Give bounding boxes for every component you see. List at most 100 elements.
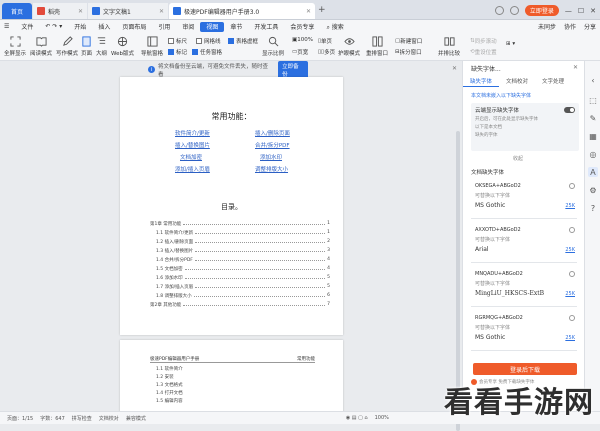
page-counter[interactable]: 页面：1/15 [7, 415, 33, 422]
minimize-icon[interactable]: — [565, 7, 572, 15]
font-item[interactable]: MNQADU+ABGoD2 可替换以下字体 MingLiU_HKSCS-ExtB… [471, 269, 577, 307]
toc-entry[interactable]: 1.2 插入/删除页面 2 [156, 239, 330, 245]
page-view-button[interactable]: 页面 [81, 36, 92, 57]
link-merge-pdf[interactable]: 合并/拆分PDF [255, 141, 290, 149]
link-watermark[interactable]: 添加水印 [260, 153, 282, 161]
eye-care-button[interactable]: 护眼模式 [338, 36, 360, 57]
toc-entry[interactable]: 1.7 添加/插入页眉 5 [156, 284, 330, 290]
fullscreen-button[interactable]: 全屏显示 [4, 36, 26, 57]
grid-icon[interactable] [494, 6, 504, 15]
zoom-100-button[interactable]: ▣ 100% [292, 37, 313, 43]
view-mode-icons[interactable]: ◉ ▤ ▢ ⌂ [346, 415, 368, 421]
ruler-checkbox[interactable]: 标尺 [168, 37, 187, 45]
toc-entry[interactable]: 1.6 添加水印 5 [156, 275, 330, 281]
table-icon[interactable]: ▦ [588, 131, 598, 141]
document-page[interactable]: 常用功能： 软件简介/更新 插入/删除页面 插入/替换图片 合并/拆分PDF 文… [120, 77, 343, 335]
toc-entry[interactable]: 1.5 文档加密 4 [156, 266, 330, 272]
toc-entry[interactable]: 1.4 合并/拆分PDF 4 [156, 257, 330, 263]
collapse-link[interactable]: 收起 [513, 155, 523, 162]
link-header[interactable]: 添加/插入页眉 [175, 165, 210, 173]
login-button[interactable]: 立即登录 [524, 5, 559, 16]
help-icon[interactable]: ? [588, 203, 598, 213]
font-size-link[interactable]: 25K [565, 291, 575, 297]
tab-text-process[interactable]: 文字处理 [535, 77, 571, 87]
page-width-button[interactable]: ▭ 页宽 [292, 48, 308, 56]
radio-icon[interactable] [569, 183, 575, 189]
close-window-icon[interactable]: ✕ [590, 7, 596, 15]
zoom-button[interactable]: 显示比例 [262, 36, 284, 57]
tab-proofread[interactable]: 文档校对 [499, 77, 535, 87]
select-icon[interactable]: ⬚ [588, 95, 598, 105]
read-mode-button[interactable]: 阅读模式 [30, 36, 52, 57]
font-item[interactable]: RGRMQG+ABGoD2 可替换以下字体 MS Gothic 25K [471, 313, 577, 351]
skin-icon[interactable] [509, 6, 519, 15]
side-by-side-button[interactable]: 并排比较 [438, 36, 460, 57]
link-replace-image[interactable]: 插入/替换图片 [175, 141, 210, 149]
close-icon[interactable]: ✕ [573, 64, 578, 71]
menu-references[interactable]: 引用 [152, 22, 176, 31]
gridline-checkbox[interactable]: 网格线 [196, 37, 221, 45]
collab-button[interactable]: 协作 [564, 22, 576, 31]
menu-file[interactable]: 文件 [15, 22, 39, 31]
menu-chapter[interactable]: 章节 [224, 22, 248, 31]
single-page-button[interactable]: ▯ 单页 [318, 37, 332, 45]
toc-entry[interactable]: 1.3 插入/替换图片 3 [156, 248, 330, 254]
settings-icon[interactable]: ⚙ [588, 185, 598, 195]
tab-docer[interactable]: 稻壳 ✕ [33, 3, 87, 19]
tab-document-1[interactable]: 文字文稿1 ✕ [88, 3, 168, 19]
font-icon[interactable]: Ａ [588, 167, 598, 177]
expand-icon[interactable]: ‹ [588, 75, 598, 85]
style-icon[interactable]: ✎ [588, 113, 598, 123]
font-size-link[interactable]: 25K [565, 203, 575, 209]
zoom-level[interactable]: 100% [375, 415, 389, 421]
toc-entry[interactable]: 1.1 软件简介/更新 1 [156, 230, 330, 236]
toc-entry[interactable]: 第1章 常用功能 1 [150, 221, 330, 227]
nav-pane-button[interactable]: 导航窗格 [141, 36, 163, 57]
tab-missing-fonts[interactable]: 缺失字体 [463, 77, 500, 87]
toc-entry[interactable]: 第2章 其他功能 7 [150, 302, 330, 308]
menu-developer[interactable]: 开发工具 [248, 22, 284, 31]
menu-icon[interactable]: ☰ [0, 23, 15, 30]
write-mode-button[interactable]: 写作模式 [56, 36, 78, 57]
menu-review[interactable]: 审阅 [176, 22, 200, 31]
close-icon[interactable]: ✕ [159, 8, 164, 15]
reset-position-button[interactable]: ⟲ 重设位置 [470, 48, 497, 56]
menu-view[interactable]: 视图 [200, 21, 225, 32]
close-icon[interactable]: ✕ [78, 8, 83, 15]
sync-status[interactable]: 未同步 [538, 22, 556, 31]
tab-document-active[interactable]: 极速PDF编辑器用户手册3.0 ✕ [169, 3, 315, 19]
link-resize[interactable]: 调整排版大小 [255, 165, 288, 173]
radio-icon[interactable] [569, 315, 575, 321]
menu-search[interactable]: ⌕ 搜索 [320, 22, 349, 32]
font-item[interactable]: AXXOTD+ABGoD2 可替换以下字体 Arial 25K [471, 225, 577, 263]
word-count[interactable]: 字数：647 [40, 415, 65, 422]
web-layout-button[interactable]: Web版式 [111, 36, 134, 57]
font-item[interactable]: OKSEGA+ABGoD2 可替换以下字体 MS Gothic 25K [471, 181, 577, 219]
compass-icon[interactable]: ◎ [588, 149, 598, 159]
multi-page-button[interactable]: ▯▯ 多页 [318, 48, 335, 56]
toc-entry[interactable]: 1.8 调整排版大小 6 [156, 293, 330, 299]
font-size-link[interactable]: 25K [565, 335, 575, 341]
sync-scroll-button[interactable]: ⇅ 同步滚动 [470, 37, 497, 45]
link-encrypt[interactable]: 文档加密 [180, 153, 202, 161]
menu-layout[interactable]: 页面布局 [116, 22, 152, 31]
maximize-icon[interactable]: ☐ [578, 7, 584, 15]
close-icon[interactable]: ✕ [452, 65, 457, 72]
font-size-link[interactable]: 25K [565, 247, 575, 253]
cloud-font-toggle[interactable] [564, 107, 575, 113]
table-frame-checkbox[interactable]: 表格虚框 [228, 37, 258, 45]
radio-icon[interactable] [569, 271, 575, 277]
outline-button[interactable]: 大纲 [96, 36, 107, 57]
document-page-2[interactable]: 极速PDF编辑器用户手册 常用功能 1.1 软件简介 1.2 安装 1.3 文档… [120, 340, 343, 420]
proofread-toggle[interactable]: 文档校对 [99, 415, 119, 422]
mark-checkbox[interactable]: 标记 [168, 48, 187, 56]
backup-now-button[interactable]: 立即备份 [278, 60, 308, 79]
new-window-button[interactable]: ▢ 新建窗口 [395, 37, 422, 45]
tab-home[interactable]: 首页 [2, 3, 32, 19]
link-insert-page[interactable]: 插入/删除页面 [255, 129, 290, 137]
arrange-window-button[interactable]: 重排窗口 [366, 36, 388, 57]
menu-undo-icons[interactable]: ↶ ↷ ▾ [39, 23, 68, 30]
split-window-button[interactable]: ⊟ 拆分窗口 [395, 48, 422, 56]
ribbon-more[interactable]: ⊞ ▾ [506, 41, 515, 47]
share-button[interactable]: 分享 [584, 22, 596, 31]
